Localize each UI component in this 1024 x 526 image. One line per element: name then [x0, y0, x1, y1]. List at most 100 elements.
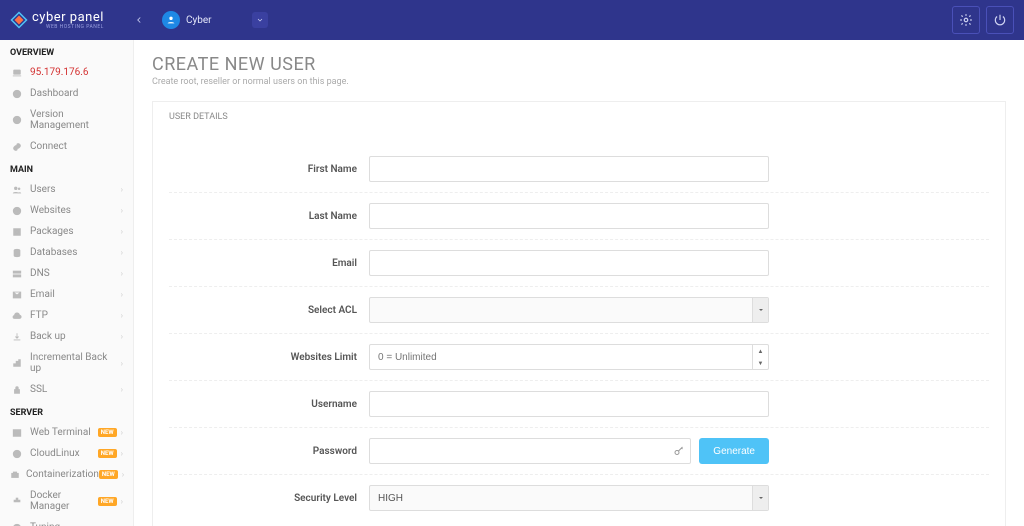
sidebar-item-label: FTP — [30, 310, 121, 321]
sidebar-item-websites[interactable]: Websites› — [0, 200, 133, 221]
main-content: CREATE NEW USER Create root, reseller or… — [134, 40, 1024, 526]
chevron-right-icon: › — [121, 227, 123, 236]
key-icon — [673, 445, 685, 457]
sidebar-item-label: Web Terminal — [30, 427, 98, 438]
row-last-name: Last Name — [169, 192, 989, 239]
sidebar-item-containerization[interactable]: ContainerizationNEW › — [0, 464, 133, 485]
sidebar-item-label: SSL — [30, 384, 121, 395]
page-title: CREATE NEW USER — [152, 54, 1006, 75]
sidebar-collapse-button[interactable] — [132, 13, 146, 27]
chevron-right-icon: › — [121, 248, 123, 257]
settings-button[interactable] — [952, 6, 980, 34]
last-name-input[interactable] — [369, 203, 769, 229]
sidebar-item-label: Tuning — [30, 522, 121, 526]
sidebar-item-label: Version Management — [30, 109, 123, 131]
chevron-right-icon: › — [121, 359, 123, 368]
row-websites-limit: Websites Limit ▲▼ — [169, 333, 989, 380]
row-password: Password Generate — [169, 427, 989, 474]
chevron-right-icon: › — [121, 185, 123, 194]
row-email: Email — [169, 239, 989, 286]
sidebar-item-label: Connect — [30, 141, 123, 152]
cloudlinux-icon — [10, 449, 24, 459]
laptop-icon — [10, 68, 24, 78]
chevron-right-icon: › — [122, 470, 124, 479]
row-first-name: First Name — [169, 146, 989, 192]
chevron-right-icon: › — [121, 269, 123, 278]
sidebar-item-docker-manager[interactable]: Docker ManagerNEW› — [0, 485, 133, 517]
label-email: Email — [169, 258, 369, 269]
chevron-right-icon: › — [121, 385, 123, 394]
dns-icon — [10, 269, 24, 279]
generate-password-button[interactable]: Generate — [699, 438, 769, 464]
new-badge: NEW — [98, 497, 117, 506]
email-input[interactable] — [369, 250, 769, 276]
user-details-panel: USER DETAILS First Name Last Name Email — [152, 101, 1006, 526]
brand-name: cyber panel — [32, 10, 104, 25]
user-name: Cyber — [186, 15, 212, 26]
sidebar-item-packages[interactable]: Packages› — [0, 221, 133, 242]
sidebar-item-web-terminal[interactable]: Web TerminalNEW › — [0, 422, 133, 443]
docker-icon — [10, 496, 24, 506]
backup-icon — [10, 332, 24, 342]
sidebar-item-back-up[interactable]: Back up› — [0, 326, 133, 347]
security-level-select[interactable]: HIGH — [369, 485, 769, 511]
sidebar-item-label: Packages — [30, 226, 121, 237]
avatar — [162, 11, 180, 29]
sidebar-item-connect[interactable]: Connect — [0, 136, 133, 157]
new-badge: NEW — [98, 449, 117, 458]
new-badge: NEW — [98, 428, 117, 437]
incremental-icon — [10, 358, 24, 368]
sidebar-section-title: MAIN — [0, 157, 133, 179]
sidebar-item-label: DNS — [30, 268, 121, 279]
chevron-right-icon: › — [121, 311, 123, 320]
sidebar-item-incremental-back-up[interactable]: Incremental Back up› — [0, 347, 133, 379]
label-last-name: Last Name — [169, 211, 369, 222]
globe-icon — [10, 206, 24, 216]
sidebar-item-dns[interactable]: DNS› — [0, 263, 133, 284]
sidebar-item-tuning[interactable]: Tuning› — [0, 517, 133, 526]
packages-icon — [10, 227, 24, 237]
password-input[interactable] — [369, 438, 691, 464]
sidebar-item-email[interactable]: Email› — [0, 284, 133, 305]
power-button[interactable] — [986, 6, 1014, 34]
acl-select[interactable] — [369, 297, 769, 323]
label-username: Username — [169, 399, 369, 410]
websites-limit-input[interactable] — [369, 344, 769, 370]
label-security-level: Security Level — [169, 493, 369, 504]
link-icon — [10, 142, 24, 152]
email-icon — [10, 290, 24, 300]
sidebar-item-users[interactable]: Users› — [0, 179, 133, 200]
dashboard-icon — [10, 89, 24, 99]
tuning-icon — [10, 523, 24, 526]
database-icon — [10, 248, 24, 258]
sidebar-item-label: Containerization — [26, 469, 99, 480]
user-menu-trigger[interactable] — [252, 12, 268, 28]
first-name-input[interactable] — [369, 156, 769, 182]
panel-title: USER DETAILS — [153, 102, 1005, 132]
power-icon — [993, 13, 1007, 27]
row-username: Username — [169, 380, 989, 427]
sidebar-item-databases[interactable]: Databases› — [0, 242, 133, 263]
brand-logo[interactable]: cyber panel WEB HOSTING PANEL — [10, 10, 130, 30]
chevron-right-icon: › — [121, 497, 123, 506]
username-input[interactable] — [369, 391, 769, 417]
sidebar-item-ftp[interactable]: FTP› — [0, 305, 133, 326]
label-websites-limit: Websites Limit — [169, 352, 369, 363]
sidebar-item-label: Back up — [30, 331, 121, 342]
row-security-level: Security Level HIGH — [169, 474, 989, 521]
sidebar-item-label: Users — [30, 184, 121, 195]
sidebar: OVERVIEW95.179.176.6DashboardVersion Man… — [0, 40, 134, 526]
sidebar-item-version-management[interactable]: Version Management — [0, 104, 133, 136]
sidebar-item-ssl[interactable]: SSL› — [0, 379, 133, 400]
user-chip: Cyber — [162, 11, 268, 29]
sidebar-item-cloudlinux[interactable]: CloudLinuxNEW› — [0, 443, 133, 464]
sidebar-item-dashboard[interactable]: Dashboard — [0, 83, 133, 104]
sidebar-item-label: Websites — [30, 205, 121, 216]
users-icon — [10, 185, 24, 195]
new-badge: NEW — [99, 470, 118, 479]
sidebar-item-95-179-176-6[interactable]: 95.179.176.6 — [0, 62, 133, 83]
topbar: cyber panel WEB HOSTING PANEL Cyber — [0, 0, 1024, 40]
sidebar-section-title: SERVER — [0, 400, 133, 422]
chevron-right-icon: › — [121, 290, 123, 299]
chevron-right-icon: › — [121, 428, 123, 437]
